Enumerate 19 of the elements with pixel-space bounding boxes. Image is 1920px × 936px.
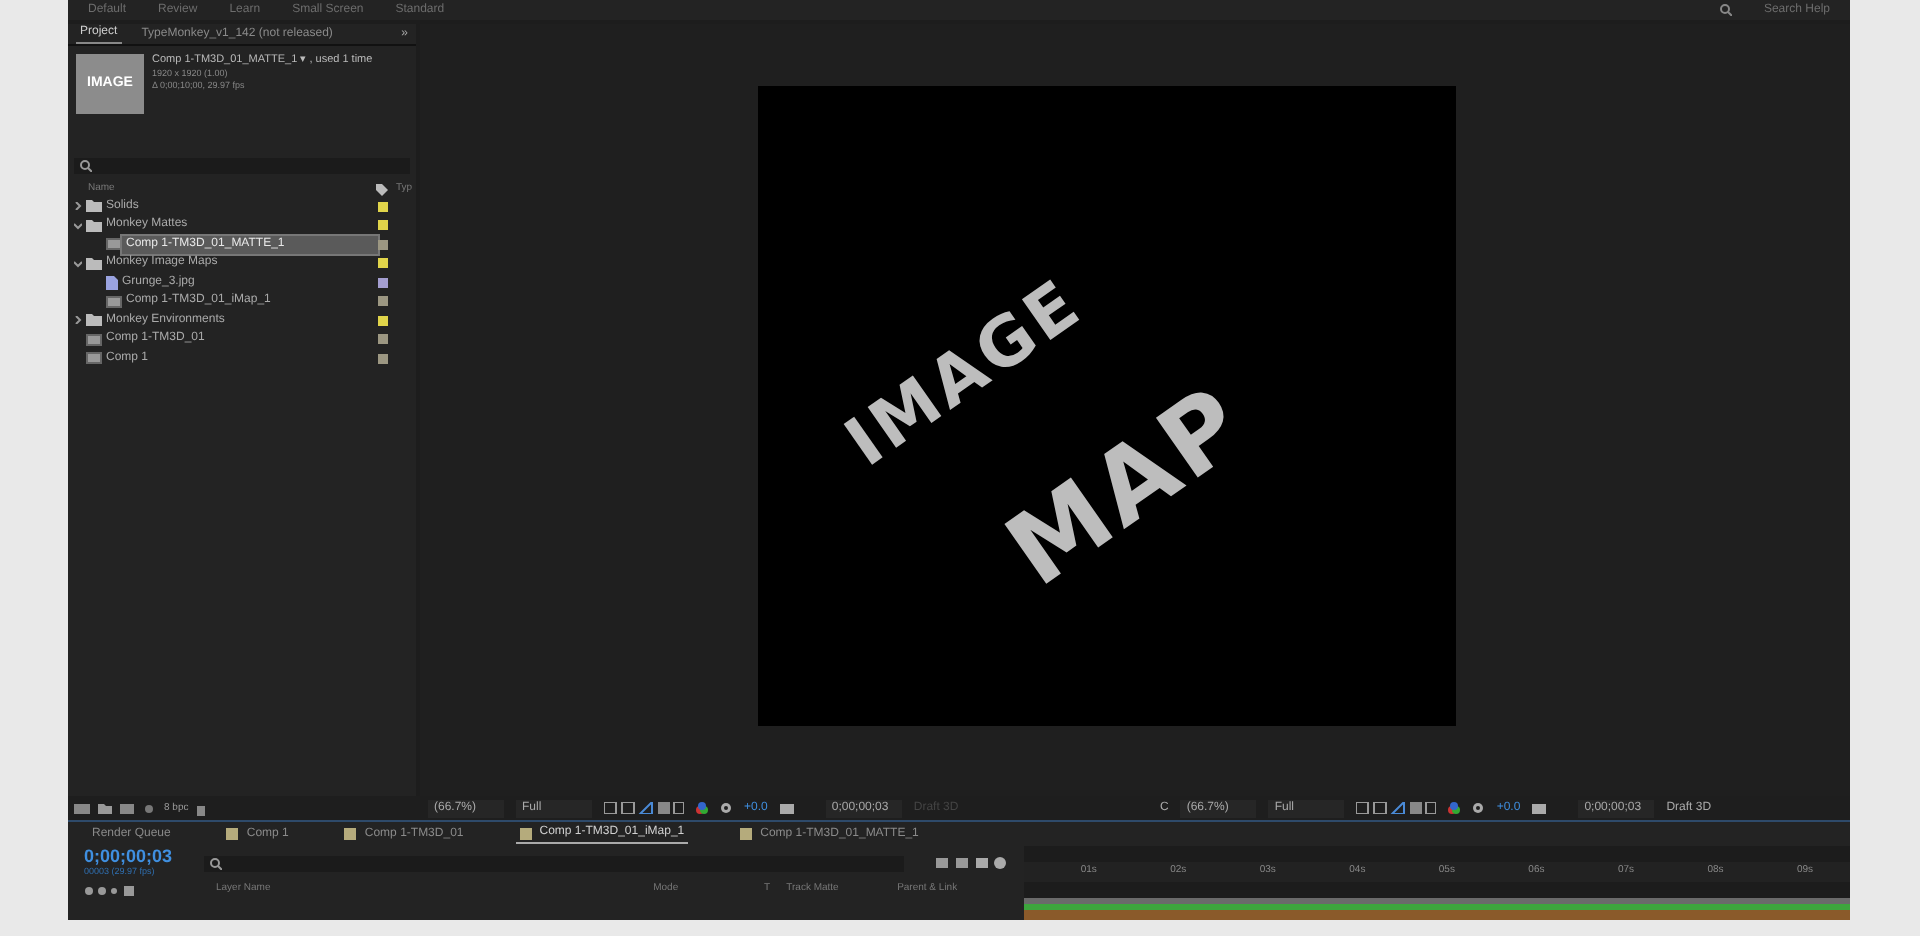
folder-icon (86, 314, 102, 327)
search-icon (80, 160, 92, 172)
current-time[interactable]: 0;00;00;03 (84, 847, 173, 866)
search-icon (210, 857, 223, 869)
trash-icon[interactable] (196, 803, 207, 815)
viewer-options-icon[interactable] (1356, 802, 1437, 814)
gear-icon[interactable] (720, 802, 732, 814)
folder-icon (86, 257, 102, 270)
layer-search-field[interactable] (204, 855, 904, 871)
tag-icon (375, 183, 388, 196)
color-channels-icon[interactable] (1448, 802, 1461, 814)
search-icon[interactable] (1719, 4, 1732, 16)
gear-icon[interactable] (1472, 802, 1485, 814)
composition-icon (106, 295, 122, 308)
search-field[interactable] (74, 158, 410, 174)
viewer-options-icon[interactable] (604, 802, 684, 814)
new-folder-icon[interactable] (98, 804, 112, 814)
color-channels-icon[interactable] (696, 802, 708, 814)
image-file-icon (106, 275, 118, 290)
